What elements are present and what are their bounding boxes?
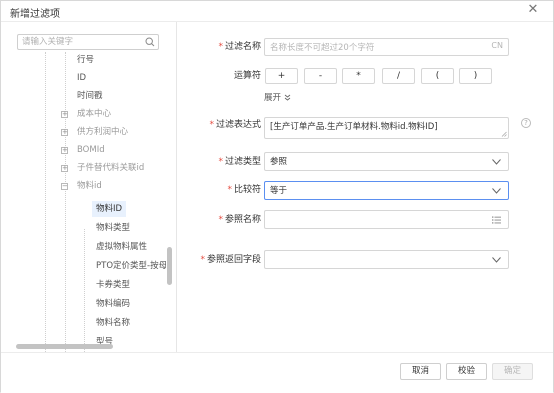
expand-label: 展开 xyxy=(264,93,282,103)
tree-node-cost-center[interactable]: 成本中心 xyxy=(77,106,111,122)
field-tree-panel: 行号 ID 时间戳 + 成本中心 + 供方利润中心 + BOMId + 子件替代… xyxy=(1,22,177,352)
comparator-select[interactable]: 等于 xyxy=(264,181,509,200)
filter-name-label: * 过滤名称 xyxy=(218,42,261,52)
tree-node-id[interactable]: ID xyxy=(77,70,86,86)
filter-type-label: * 过滤类型 xyxy=(218,157,261,167)
operator-lparen-button[interactable]: ( xyxy=(421,68,454,84)
tree-node-material-id[interactable]: 物料ID xyxy=(92,201,127,217)
filter-type-select[interactable]: 参照 xyxy=(264,152,509,171)
tree-node-pto-pricing[interactable]: PTO定价类型-按母件 xyxy=(96,258,166,274)
tree-search-input[interactable] xyxy=(22,36,138,48)
operators-label: 运算符 xyxy=(233,71,261,81)
tree-node-material-name[interactable]: 物料名称 xyxy=(96,315,130,331)
language-indicator: CN xyxy=(491,41,503,50)
tree-node-line-no[interactable]: 行号 xyxy=(77,52,94,68)
expand-toggle[interactable]: 展开 xyxy=(264,91,291,103)
chevron-down-icon xyxy=(492,159,501,165)
expand-plus-icon[interactable]: + xyxy=(61,165,68,172)
tree-vertical-scrollbar[interactable] xyxy=(167,247,172,285)
ref-name-input[interactable] xyxy=(264,210,509,229)
field-tree: 行号 ID 时间戳 + 成本中心 + 供方利润中心 + BOMId + 子件替代… xyxy=(1,52,176,352)
tree-node-timestamp[interactable]: 时间戳 xyxy=(77,88,103,104)
list-icon[interactable] xyxy=(492,216,501,224)
chevron-down-icon xyxy=(492,257,501,263)
operator-plus-button[interactable]: + xyxy=(265,68,298,84)
ref-return-label: * 参照返回字段 xyxy=(200,255,261,265)
ref-name-label: * 参照名称 xyxy=(218,215,261,225)
filter-type-value: 参照 xyxy=(270,157,288,167)
expression-label: * 过滤表达式 xyxy=(209,120,261,130)
help-icon[interactable]: ? xyxy=(521,118,531,128)
double-chevron-down-icon xyxy=(284,94,290,101)
tree-node-substitute-link-id[interactable]: 子件替代料关联id xyxy=(77,160,144,176)
filter-name-input[interactable]: 名称长度不可超过20个字符 CN xyxy=(264,38,509,56)
ref-return-select[interactable] xyxy=(264,250,509,269)
search-icon[interactable] xyxy=(145,37,155,47)
operator-minus-button[interactable]: - xyxy=(304,68,337,84)
collapse-minus-icon[interactable]: − xyxy=(61,183,68,190)
add-filter-dialog: 新增过滤项 ✕ 行号 ID 时间戳 + 成本中心 + 供方利润中心 + BOMI… xyxy=(0,0,554,393)
chevron-down-icon xyxy=(492,188,501,194)
close-icon[interactable]: ✕ xyxy=(525,2,541,18)
operator-rparen-button[interactable]: ) xyxy=(459,68,492,84)
expand-plus-icon[interactable]: + xyxy=(61,111,68,118)
expand-plus-icon[interactable]: + xyxy=(61,129,68,136)
filter-name-placeholder: 名称长度不可超过20个字符 xyxy=(270,43,375,53)
filter-form: * 过滤名称 名称长度不可超过20个字符 CN 运算符 + - * / ( ) 展… xyxy=(177,22,553,352)
resize-handle-icon[interactable] xyxy=(501,131,507,137)
operator-divide-button[interactable]: / xyxy=(382,68,415,84)
expand-plus-icon[interactable]: + xyxy=(61,147,68,154)
tree-node-material-id-group[interactable]: 物料id xyxy=(77,178,102,194)
comparator-value: 等于 xyxy=(270,186,288,196)
tree-node-supplier-profit-center[interactable]: 供方利润中心 xyxy=(77,124,128,140)
tree-node-material-type[interactable]: 物料类型 xyxy=(96,220,130,236)
dialog-title: 新增过滤项 xyxy=(10,9,60,20)
operator-multiply-button[interactable]: * xyxy=(342,68,375,84)
validate-button[interactable]: 校验 xyxy=(446,363,487,380)
dialog-titlebar: 新增过滤项 ✕ xyxy=(1,1,553,22)
tree-node-virtual-attr[interactable]: 虚拟物料属性 xyxy=(96,239,147,255)
tree-node-material-code[interactable]: 物料编码 xyxy=(96,296,130,312)
confirm-button[interactable]: 确定 xyxy=(492,363,533,380)
tree-search-box xyxy=(17,34,159,50)
tree-horizontal-scrollbar[interactable] xyxy=(16,344,113,349)
expression-textarea[interactable]: [生产订单产品.生产订单材料.物料id.物料ID] xyxy=(264,117,509,139)
tree-node-coupon-type[interactable]: 卡券类型 xyxy=(96,277,130,293)
expression-value: [生产订单产品.生产订单材料.物料id.物料ID] xyxy=(270,122,438,132)
dialog-footer: 取消 校验 确定 xyxy=(1,352,553,393)
comparator-label: * 比较符 xyxy=(227,185,261,195)
tree-node-bom-id[interactable]: BOMId xyxy=(77,142,105,158)
cancel-button[interactable]: 取消 xyxy=(400,363,441,380)
